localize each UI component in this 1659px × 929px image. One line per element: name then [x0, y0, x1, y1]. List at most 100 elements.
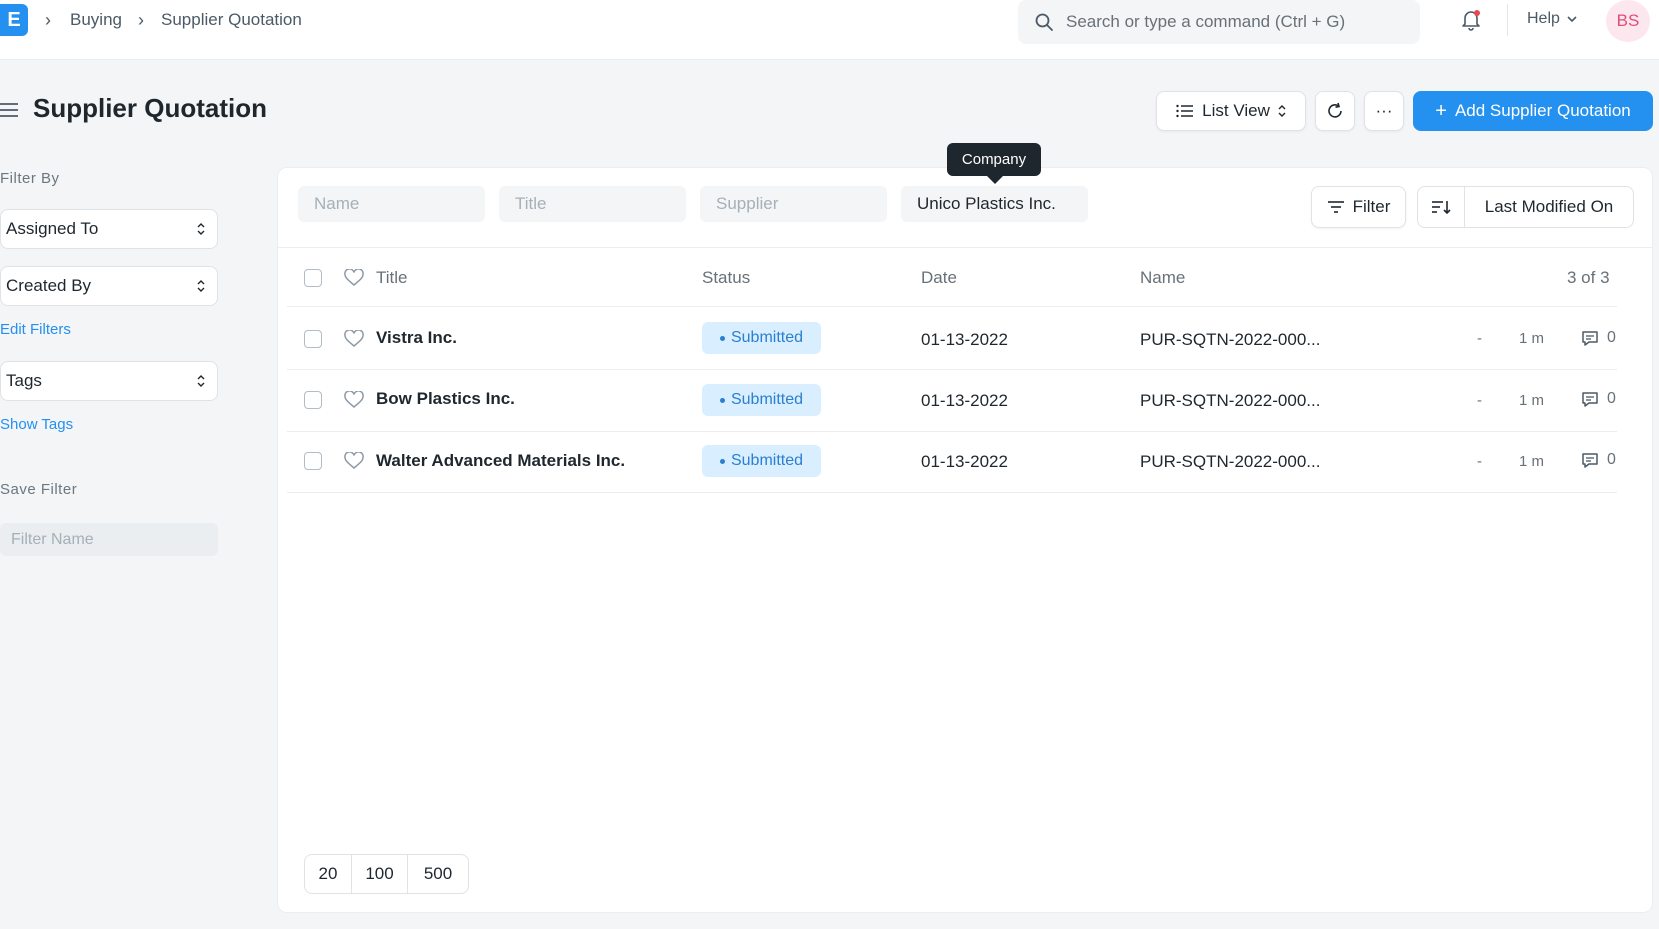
heart-icon[interactable] — [344, 330, 364, 348]
supplier-filter-input[interactable] — [700, 186, 887, 222]
edit-filters-link[interactable]: Edit Filters — [0, 321, 71, 338]
tags-select[interactable]: Tags — [0, 361, 218, 401]
more-actions-button[interactable]: ··· — [1364, 91, 1404, 131]
select-arrows-icon — [197, 280, 205, 292]
row-divider — [287, 492, 1617, 493]
sort-field-button[interactable]: Last Modified On — [1465, 197, 1633, 217]
chevron-right-icon: › — [45, 10, 51, 30]
row-checkbox[interactable] — [304, 452, 322, 470]
list-view-label: List View — [1202, 101, 1270, 120]
breadcrumb-buying[interactable]: Buying — [70, 10, 122, 30]
row-title-link[interactable]: Vistra Inc. — [376, 328, 457, 348]
search-input[interactable] — [1066, 12, 1406, 32]
sort-selector: Last Modified On — [1417, 186, 1634, 228]
page-length-20[interactable]: 20 — [305, 855, 352, 893]
name-filter-input[interactable] — [298, 186, 485, 222]
status-dot — [719, 397, 725, 403]
row-divider — [287, 431, 1617, 432]
status-dot — [719, 458, 725, 464]
chevron-right-icon: › — [138, 10, 144, 30]
company-filter-input[interactable] — [901, 186, 1088, 222]
column-header-name: Name — [1140, 268, 1186, 287]
filter-divider — [278, 247, 1652, 248]
column-header-title: Title — [376, 268, 408, 287]
page-length-500[interactable]: 500 — [408, 855, 468, 893]
show-tags-link[interactable]: Show Tags — [0, 416, 73, 433]
search-icon — [1035, 13, 1053, 31]
row-modified: 1 m — [1519, 330, 1545, 347]
row-comments[interactable]: 0 — [1581, 329, 1616, 347]
awesomebar-search[interactable] — [1018, 0, 1420, 44]
status-text: Submitted — [730, 329, 804, 346]
tags-label: Tags — [6, 371, 42, 390]
select-arrows-icon — [197, 223, 205, 235]
status-badge: Submitted — [702, 445, 821, 477]
row-checkbox[interactable] — [304, 330, 322, 348]
status-text: Submitted — [730, 391, 804, 408]
record-count: 3 of 3 — [1567, 268, 1610, 287]
page-length-100[interactable]: 100 — [352, 855, 408, 893]
filter-button-label: Filter — [1352, 197, 1391, 216]
refresh-button[interactable] — [1315, 91, 1355, 131]
navbar: E › Buying › Supplier Quotation Help BS — [0, 0, 1659, 60]
status-badge: Submitted — [702, 384, 821, 416]
row-assigned: - — [1477, 453, 1482, 470]
status-text: Submitted — [730, 452, 804, 469]
refresh-icon — [1328, 102, 1342, 118]
row-date: 01-13-2022 — [921, 330, 1008, 349]
app-logo[interactable]: E — [0, 4, 28, 36]
heart-icon[interactable] — [344, 269, 364, 287]
sort-descending-icon — [1432, 201, 1451, 215]
comment-icon — [1582, 453, 1598, 468]
row-name: PUR-SQTN-2022-000... — [1140, 330, 1321, 349]
navbar-divider — [1507, 4, 1508, 36]
bell-icon[interactable] — [1460, 8, 1482, 32]
chevron-down-icon — [1567, 16, 1577, 23]
created-by-label: Created By — [6, 276, 92, 295]
row-comments[interactable]: 0 — [1581, 451, 1616, 469]
add-button-label: Add Supplier Quotation — [1454, 101, 1631, 120]
select-arrows-icon — [1278, 105, 1286, 117]
row-modified: 1 m — [1519, 392, 1545, 409]
row-checkbox[interactable] — [304, 391, 322, 409]
assigned-to-select[interactable]: Assigned To — [0, 209, 218, 249]
row-date: 01-13-2022 — [921, 452, 1008, 471]
header-divider — [287, 306, 1617, 307]
company-tooltip: Company — [947, 143, 1041, 176]
list-icon — [1176, 104, 1194, 118]
row-date: 01-13-2022 — [921, 391, 1008, 410]
row-name: PUR-SQTN-2022-000... — [1140, 391, 1321, 410]
title-filter-input[interactable] — [499, 186, 686, 222]
page-title: Supplier Quotation — [33, 93, 267, 123]
status-badge: Submitted — [702, 322, 821, 354]
row-comments[interactable]: 0 — [1581, 390, 1616, 408]
heart-icon[interactable] — [344, 452, 364, 470]
heart-icon[interactable] — [344, 391, 364, 409]
filter-icon — [1327, 201, 1344, 213]
row-title-link[interactable]: Walter Advanced Materials Inc. — [376, 451, 625, 471]
user-avatar[interactable]: BS — [1606, 0, 1650, 42]
filter-by-label: Filter By — [0, 170, 60, 187]
row-assigned: - — [1477, 330, 1482, 347]
row-assigned: - — [1477, 392, 1482, 409]
select-arrows-icon — [197, 375, 205, 387]
help-dropdown[interactable]: Help — [1527, 10, 1578, 28]
row-title-link[interactable]: Bow Plastics Inc. — [376, 389, 515, 409]
filter-button[interactable]: Filter — [1311, 186, 1406, 228]
help-label: Help — [1527, 10, 1560, 27]
select-all-checkbox[interactable] — [304, 269, 322, 287]
assigned-to-label: Assigned To — [6, 219, 99, 238]
tooltip-arrow — [987, 176, 1003, 184]
status-dot — [719, 335, 725, 341]
breadcrumb-supplier-quotation[interactable]: Supplier Quotation — [161, 10, 302, 30]
sidebar-toggle-icon[interactable] — [0, 102, 20, 118]
add-supplier-quotation-button[interactable]: + Add Supplier Quotation — [1413, 91, 1653, 131]
plus-icon: + — [1435, 99, 1447, 122]
filter-name-input[interactable] — [0, 523, 218, 556]
list-view-switcher[interactable]: List View — [1156, 91, 1306, 131]
sort-order-button[interactable] — [1418, 187, 1465, 227]
comment-count: 0 — [1607, 329, 1616, 346]
row-divider — [287, 369, 1617, 370]
created-by-select[interactable]: Created By — [0, 266, 218, 306]
page-length-selector: 20 100 500 — [304, 854, 469, 894]
